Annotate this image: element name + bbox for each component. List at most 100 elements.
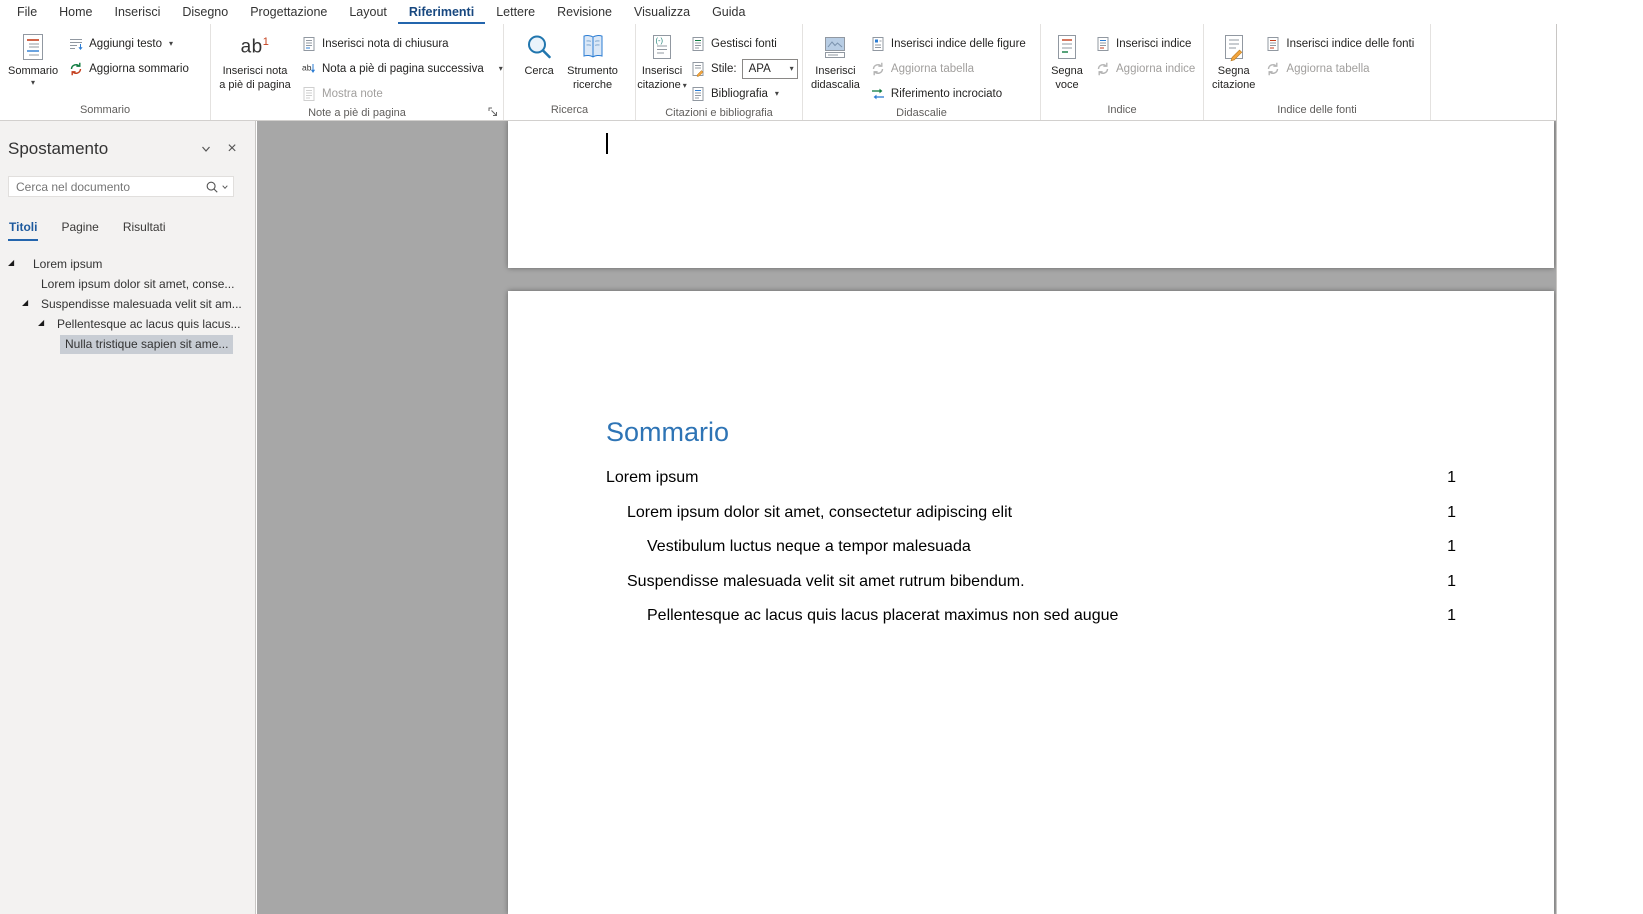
menu-inserisci[interactable]: Inserisci: [104, 0, 172, 24]
stile-combobox[interactable]: APA▾: [742, 59, 798, 79]
dialog-launcher-icon[interactable]: [486, 105, 499, 118]
tree-item[interactable]: Lorem ipsum dolor sit amet, conse...: [0, 274, 255, 294]
gestisci-fonti-button[interactable]: Gestisci fonti: [685, 31, 803, 56]
toc-entry[interactable]: Pellentesque ac lacus quis lacus placera…: [606, 599, 1456, 634]
inserisci-indice-fonti-button[interactable]: Inserisci indice delle fonti: [1260, 31, 1419, 56]
search-icon: [524, 32, 554, 62]
insert-table-of-authorities-icon: [1265, 36, 1281, 52]
document-page-2[interactable]: Sommario Lorem ipsum 1 Lorem ipsum dolor…: [508, 291, 1554, 914]
toc-entry[interactable]: Lorem ipsum dolor sit amet, consectetur …: [606, 496, 1456, 531]
tab-risultati[interactable]: Risultati: [122, 218, 167, 241]
ribbon-group-ricerca: Cerca Strumento ricerche Ricerca: [504, 24, 636, 120]
researcher-icon: [578, 32, 608, 62]
navigation-pane-title: Spostamento: [8, 139, 193, 159]
tree-item[interactable]: ◢ Lorem ipsum: [0, 254, 255, 274]
inserisci-indice-button[interactable]: Inserisci indice: [1090, 31, 1200, 56]
cerca-button[interactable]: Cerca: [516, 25, 562, 103]
aggiorna-indice-button: Aggiorna indice: [1090, 56, 1200, 81]
svg-text:ab: ab: [302, 62, 312, 72]
inserisci-nota-chiusura-button[interactable]: Inserisci nota di chiusura: [296, 31, 508, 56]
bibliography-icon: [690, 86, 706, 102]
close-icon: ×: [227, 141, 236, 157]
inserisci-citazione-button[interactable]: (-) Inserisci citazione▾: [639, 25, 685, 103]
mark-citation-icon: [1219, 32, 1249, 62]
toc-entry[interactable]: Lorem ipsum 1: [606, 461, 1456, 496]
collapse-triangle-icon[interactable]: ◢: [38, 319, 44, 327]
search-icon[interactable]: [205, 180, 219, 194]
menu-riferimenti[interactable]: Riferimenti: [398, 0, 485, 24]
insert-caption-icon: [820, 32, 850, 62]
ribbon: Sommario ▾ Aggiungi testo▾: [0, 24, 1557, 121]
document-canvas[interactable]: Sommario Lorem ipsum 1 Lorem ipsum dolor…: [257, 121, 1557, 914]
riferimento-incrociato-button[interactable]: Riferimento incrociato: [865, 81, 1031, 106]
stile-row: Stile: APA▾: [685, 56, 803, 81]
group-label-indice-fonti: Indice delle fonti: [1204, 103, 1430, 120]
bibliografia-button[interactable]: Bibliografia▾: [685, 81, 803, 106]
inserisci-didascalia-button[interactable]: Inserisci didascalia: [806, 25, 865, 103]
table-of-contents: Sommario Lorem ipsum 1 Lorem ipsum dolor…: [508, 291, 1554, 634]
toc-entry[interactable]: Vestibulum luctus neque a tempor malesua…: [606, 530, 1456, 565]
show-notes-icon: [301, 86, 317, 102]
add-text-icon: [68, 36, 84, 52]
inserisci-indice-figure-button[interactable]: Inserisci indice delle figure: [865, 31, 1031, 56]
toc-page-number: 1: [1447, 530, 1456, 565]
menu-lettere[interactable]: Lettere: [485, 0, 546, 24]
menu-visualizza[interactable]: Visualizza: [623, 0, 701, 24]
menu-file[interactable]: File: [6, 0, 48, 24]
toc-page-number: 1: [1447, 565, 1456, 600]
tree-item[interactable]: ◢ Suspendisse malesuada velit sit am...: [0, 294, 255, 314]
mark-entry-icon: [1052, 32, 1082, 62]
aggiorna-sommario-button[interactable]: Aggiorna sommario: [63, 56, 194, 81]
chevron-down-icon: ▾: [31, 79, 35, 87]
tab-pagine[interactable]: Pagine: [60, 218, 99, 241]
next-footnote-icon: ab: [301, 61, 317, 77]
insert-table-of-figures-icon: [870, 36, 886, 52]
menu-revisione[interactable]: Revisione: [546, 0, 623, 24]
navigation-pane-close-button[interactable]: ×: [219, 138, 245, 160]
citation-style-icon: [690, 61, 706, 77]
group-label-didascalie: Didascalie: [803, 106, 1040, 121]
document-search-box[interactable]: [8, 176, 234, 197]
collapse-triangle-icon[interactable]: ◢: [22, 299, 28, 307]
aggiorna-tabella-fonti-button: Aggiorna tabella: [1260, 56, 1419, 81]
chevron-down-icon[interactable]: [221, 183, 229, 191]
window-right-divider: [1556, 24, 1557, 914]
menu-layout[interactable]: Layout: [338, 0, 398, 24]
segna-voce-button[interactable]: Segna voce: [1044, 25, 1090, 103]
menu-progettazione[interactable]: Progettazione: [239, 0, 338, 24]
mostra-note-button: Mostra note: [296, 81, 508, 106]
ribbon-empty-space: [1431, 24, 1557, 120]
search-input[interactable]: [16, 180, 203, 194]
document-page-1[interactable]: [508, 121, 1554, 268]
text-cursor: [606, 133, 608, 154]
nota-pie-pagina-successiva-button[interactable]: ab Nota a piè di pagina successiva▾: [296, 56, 508, 81]
menu-guida[interactable]: Guida: [701, 0, 756, 24]
strumento-ricerche-button[interactable]: Strumento ricerche: [562, 25, 623, 103]
segna-citazione-button[interactable]: Segna citazione: [1207, 25, 1260, 103]
tree-item-selected[interactable]: Nulla tristique sapien sit ame...: [0, 334, 255, 354]
update-table-icon: [870, 61, 886, 77]
chevron-down-icon: ▾: [790, 64, 794, 73]
ribbon-group-indice-fonti: Segna citazione Inserisci indice delle f…: [1204, 24, 1431, 120]
aggiorna-tabella-didascalie-button: Aggiorna tabella: [865, 56, 1031, 81]
ribbon-group-didascalie: Inserisci didascalia Inserisci indice de…: [803, 24, 1041, 120]
tab-titoli[interactable]: Titoli: [8, 218, 38, 241]
group-label-sommario: Sommario: [0, 103, 210, 120]
tree-item[interactable]: ◢ Pellentesque ac lacus quis lacus...: [0, 314, 255, 334]
insert-footnote-icon: ab1: [241, 36, 270, 58]
collapse-triangle-icon[interactable]: ◢: [8, 259, 14, 267]
insert-endnote-icon: [301, 36, 317, 52]
group-label-citazioni: Citazioni e bibliografia: [636, 106, 802, 121]
group-label-indice: Indice: [1041, 103, 1203, 120]
toc-page-number: 1: [1447, 461, 1456, 496]
aggiungi-testo-button[interactable]: Aggiungi testo▾: [63, 31, 194, 56]
menu-disegno[interactable]: Disegno: [171, 0, 239, 24]
headings-tree: ◢ Lorem ipsum Lorem ipsum dolor sit amet…: [0, 254, 255, 354]
menu-home[interactable]: Home: [48, 0, 103, 24]
toc-entry[interactable]: Suspendisse malesuada velit sit amet rut…: [606, 565, 1456, 600]
sommario-button[interactable]: Sommario ▾: [3, 25, 63, 103]
navigation-pane-options-button[interactable]: [193, 138, 219, 160]
toc-page-number: 1: [1447, 496, 1456, 531]
inserisci-nota-pie-pagina-button[interactable]: ab1 Inserisci nota a piè di pagina: [214, 25, 296, 103]
menu-bar: File Home Inserisci Disegno Progettazion…: [0, 0, 1643, 24]
